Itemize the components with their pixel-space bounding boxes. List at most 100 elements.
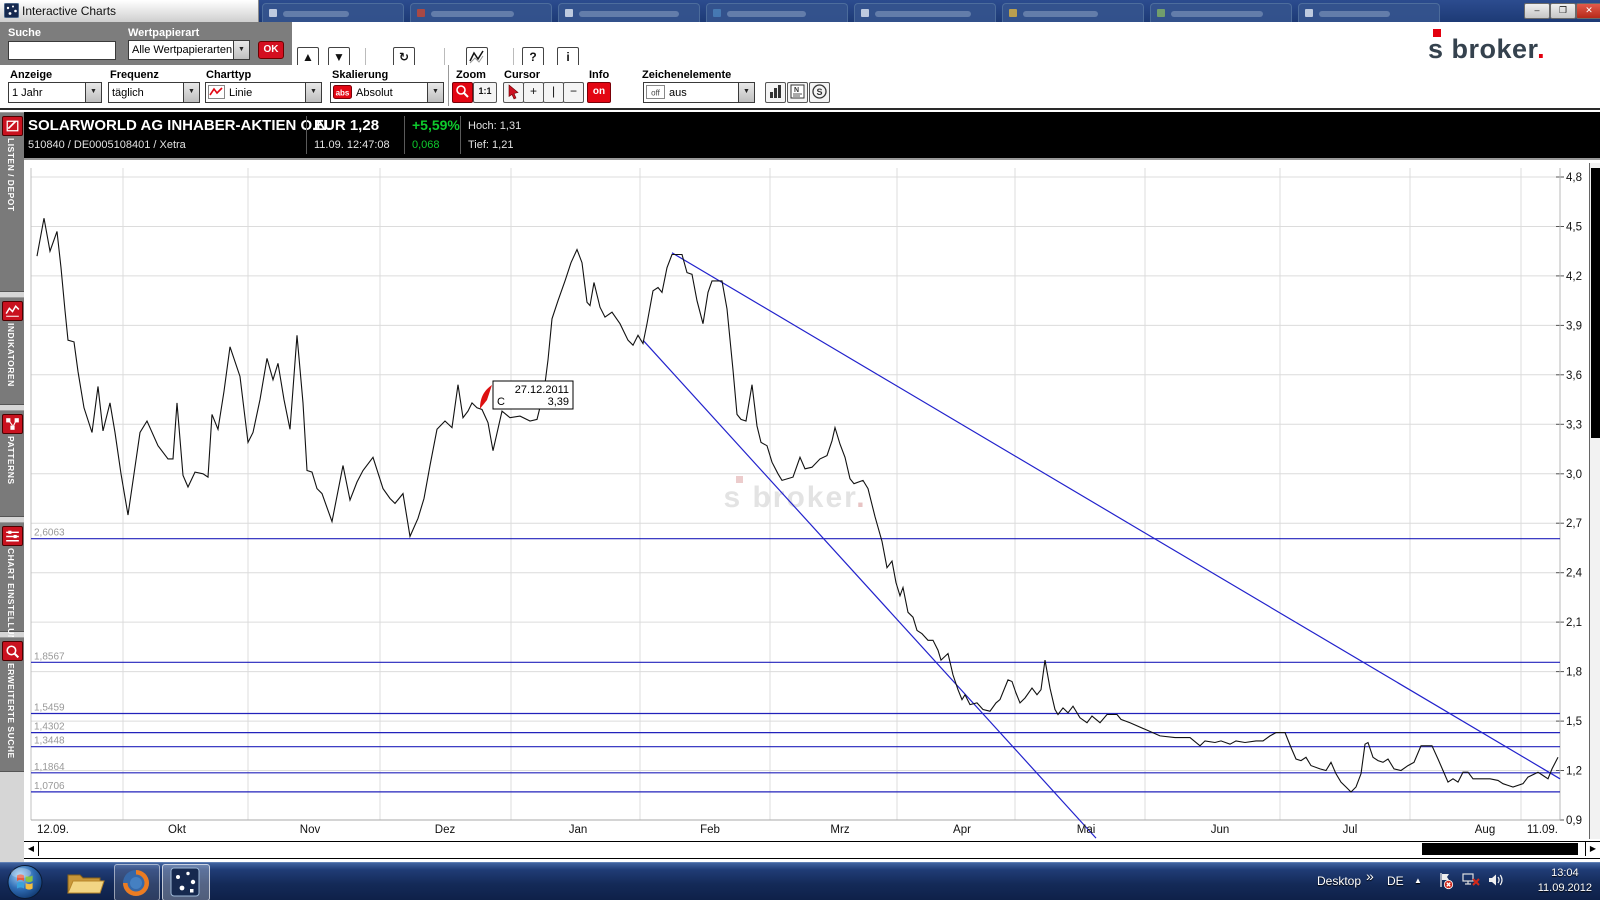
tab-favicon-icon [269,9,277,17]
taskbar: Desktop » DE ▲ [0,862,1600,900]
firefox-icon [120,867,152,899]
x-axis-label: Feb [700,824,720,836]
tab-favicon-icon [1305,9,1313,17]
sidebar-tab-label: LISTEN / DEPOT [6,138,16,212]
start-button[interactable] [6,864,46,899]
scroll-left-icon[interactable]: ◀ [24,842,39,856]
tooltip-value: 3,39 [548,396,569,408]
line-chart-type-icon [208,85,226,100]
y-axis-label: 3,9 [1566,320,1582,332]
tab-favicon-icon [1157,9,1165,17]
search-panel: Suche Wertpapierart Alle Wertpapierarten… [0,22,292,65]
clock[interactable]: 13:04 11.09.2012 [1538,866,1592,896]
skalierung-select[interactable]: abs Absolut ▼ [330,82,444,103]
background-browser-tab[interactable] [706,3,848,23]
tab-favicon-icon [861,9,869,17]
cursor-arrow-icon [505,83,522,100]
sidebar-tab-indikatoren[interactable]: INDIKATOREN [0,297,24,405]
x-axis-label: Jul [1343,824,1358,836]
wertpapierart-label: Wertpapierart [128,27,199,39]
sidebar-tab-listen-depot[interactable]: LISTEN / DEPOT [0,112,24,292]
maximize-button[interactable]: ❐ [1550,3,1576,19]
charttyp-select[interactable]: Linie ▼ [205,82,322,103]
y-axis-label: 1,8 [1566,667,1582,679]
background-browser-tab[interactable] [1002,3,1144,23]
tab-favicon-icon [417,9,425,17]
background-browser-tab[interactable] [262,3,404,23]
scroll-right-icon[interactable]: ▶ [1585,842,1600,856]
magnifier-icon [454,83,471,100]
sidebar-tab-chart-einstellungen[interactable]: CHART EINSTELLUNGEN [0,522,24,632]
erweiterte-suche-icon [2,641,23,661]
y-axis-label: 4,8 [1566,172,1582,184]
chevron-down-icon[interactable]: ▼ [85,83,101,102]
benchmark-chart-icon [468,48,486,66]
cursor-cross-button[interactable]: + [523,82,544,103]
firefox-taskbar-button[interactable] [114,864,160,900]
cursor-hline-button[interactable]: − [563,82,584,103]
chevron-down-icon[interactable]: ▼ [427,83,443,102]
info-on-button[interactable]: on [587,82,611,103]
horizontal-scrollbar[interactable]: ◀ ▶ [24,841,1600,859]
chevron-down-icon[interactable]: ▼ [183,83,199,102]
y-axis-label: 2,1 [1566,617,1582,629]
vertical-scroll-thumb[interactable] [1591,168,1600,438]
vertical-scrollbar[interactable] [1589,163,1600,839]
cursor-arrow-button[interactable] [503,82,524,103]
background-browser-tab[interactable] [410,3,552,23]
frequenz-select[interactable]: täglich ▼ [108,82,200,103]
charts-app-taskbar-button[interactable] [162,864,210,900]
svg-text:S: S [816,87,822,97]
sidebar-tab-erweiterte-suche[interactable]: ERWEITERTE SUCHE [0,637,24,772]
histogram-tool-button[interactable] [765,82,786,103]
ab-icon: ▼ [333,50,345,64]
support-line-label: 1,1864 [34,762,65,773]
windows-start-icon [6,864,44,900]
volume-icon[interactable] [1488,872,1504,894]
language-indicator[interactable]: DE [1387,874,1404,888]
action-center-icon[interactable] [1437,872,1454,895]
tray-expand-icon[interactable]: ▲ [1414,876,1422,885]
background-browser-tab[interactable] [1298,3,1440,23]
signals-tool-button[interactable]: S [809,82,830,103]
search-ok-button[interactable]: OK [258,41,284,59]
off-badge-icon: off [646,85,666,100]
show-desktop-button[interactable]: Desktop [1317,874,1361,888]
zoom-magnifier-button[interactable] [452,82,473,103]
network-icon[interactable] [1462,873,1481,894]
toolbar-row-1: Suche Wertpapierart Alle Wertpapierarten… [0,22,1600,66]
zoom-1-1-button[interactable]: 1:1 [473,82,497,103]
hilfe-icon: ? [529,50,536,64]
horizontal-scroll-thumb[interactable] [1422,843,1578,855]
chevron-down-icon[interactable]: ▼ [305,83,321,102]
cursor-vline-button[interactable]: | [543,82,564,103]
minimize-button[interactable]: – [1524,3,1550,19]
search-input[interactable] [8,41,116,60]
change-percent: +5,59% [412,117,460,133]
charttyp-label: Charttyp [206,69,251,81]
support-line-label: 1,3448 [34,736,65,747]
background-browser-tab[interactable] [558,3,700,23]
price-chart[interactable]: 4,84,54,23,93,63,33,02,72,42,11,81,51,20… [0,160,1600,841]
support-line-label: 1,8567 [34,651,65,662]
background-browser-tab[interactable] [1150,3,1292,23]
background-browser-tab[interactable] [854,3,996,23]
close-button[interactable]: ✕ [1576,3,1600,19]
explorer-taskbar-button[interactable] [62,864,108,899]
auf-icon: ▲ [302,50,314,64]
support-line-label: 1,4302 [34,722,65,733]
x-axis-label: Mrz [830,824,849,836]
anzeige-select[interactable]: 1 Jahr ▼ [8,82,102,103]
chevron-down-icon[interactable]: ▼ [233,41,249,59]
sidebar-tab-patterns[interactable]: PATTERNS [0,410,24,517]
y-axis-label: 3,3 [1566,419,1582,431]
wertpapierart-select[interactable]: Alle Wertpapierarten ▼ [128,40,250,60]
sidebar-tab-label: PATTERNS [6,436,16,485]
zeichenelemente-select[interactable]: off aus ▼ [643,82,755,103]
news-annotation-button[interactable]: N [787,82,808,103]
change-absolute: 0,068 [412,139,440,151]
chevron-down-icon[interactable]: ▼ [738,83,754,102]
tray-chevron-icon[interactable]: » [1366,868,1374,884]
desktop-screen: – ❐ ✕ Interactive Charts Suche Wertpapie… [0,0,1600,900]
cursor-label: Cursor [504,69,540,81]
